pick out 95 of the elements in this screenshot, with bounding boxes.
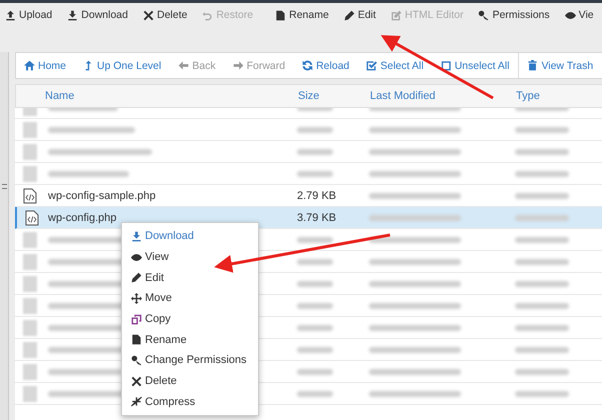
toolbar-button[interactable]: Permissions [475, 7, 553, 23]
blurred-file-icon [23, 122, 37, 138]
pencil-icon [344, 10, 355, 20]
column-header[interactable]: Type [516, 90, 576, 102]
menu-item[interactable]: Rename [122, 329, 258, 350]
column-header[interactable]: Size [298, 90, 370, 102]
right-arrow-icon [232, 60, 244, 71]
key-icon [131, 354, 142, 366]
delete-icon [131, 376, 142, 387]
nav-button[interactable]: Reload [302, 60, 350, 72]
download-icon [131, 230, 142, 242]
blurred-file-icon [23, 166, 37, 182]
eye-icon [564, 10, 576, 20]
menu-item[interactable]: Edit [122, 267, 258, 288]
grip-icon [2, 184, 6, 188]
blurred-text [515, 170, 569, 177]
code-file-icon [23, 188, 37, 204]
table-cell-text: wp-config.php [48, 212, 118, 224]
download-icon [67, 10, 78, 20]
blurred-file-icon [23, 232, 37, 248]
blurred-text [515, 258, 569, 265]
home-icon [24, 60, 35, 71]
blurred-text [297, 390, 333, 397]
blurred-text [297, 126, 333, 133]
blurred-file-icon [23, 298, 37, 314]
blurred-text [515, 236, 569, 243]
key-icon [478, 10, 490, 20]
blurred-file-icon [23, 364, 37, 380]
table-cell-text: wp-config-sample.php [48, 190, 157, 202]
blurred-text [515, 280, 569, 287]
blurred-text [515, 148, 569, 155]
table-cell-text: 2.79 KB [297, 190, 338, 202]
column-header[interactable]: Last Modified [370, 90, 516, 102]
left-arrow-icon [178, 60, 190, 71]
blurred-file-icon [23, 144, 37, 160]
menu-item[interactable]: Delete [122, 370, 258, 392]
file-row[interactable]: wp-config.php 3.79 KB [15, 207, 602, 229]
menu-item[interactable]: Download [122, 226, 258, 247]
code-file-icon [25, 210, 39, 226]
move-icon [131, 292, 142, 304]
blurred-text [297, 280, 333, 287]
copy-icon [131, 314, 142, 325]
menu-item[interactable]: Compress [122, 392, 258, 412]
blurred-text [297, 236, 333, 243]
toolbar-button[interactable]: Delete [140, 7, 190, 23]
column-header[interactable]: Name [16, 90, 298, 102]
blurred-text [515, 302, 569, 309]
toolbar-button[interactable]: Upload [2, 7, 56, 23]
file-icon [131, 334, 142, 346]
blurred-text [515, 390, 569, 397]
nav-button[interactable]: Unselect All [440, 60, 510, 72]
blurred-text [297, 368, 333, 375]
scrollbar[interactable] [0, 52, 9, 420]
menu-item[interactable]: Move [122, 288, 258, 309]
blurred-text [515, 368, 569, 375]
table-cell-text: 3.79 KB [297, 212, 338, 224]
blurred-file-icon [23, 386, 37, 402]
menu-item[interactable]: View [122, 246, 258, 268]
nav-button[interactable]: View Trash [527, 60, 594, 72]
nav-button[interactable]: Home [24, 60, 66, 72]
toolbar-button[interactable]: Edit [340, 7, 379, 23]
blurred-text [515, 324, 569, 331]
blurred-text [297, 148, 333, 155]
blurred-file-icon [23, 254, 37, 270]
blurred-file-icon [23, 342, 37, 358]
blurred-text [297, 346, 333, 353]
edit-box-icon [390, 10, 402, 20]
menu-item[interactable]: Change Permissions [122, 350, 258, 371]
pencil-icon [131, 272, 142, 284]
compress-icon [131, 396, 142, 408]
toolbar-button[interactable]: Rename [272, 7, 332, 23]
blurred-text [515, 192, 569, 199]
trash-icon [527, 60, 538, 71]
blurred-text [515, 346, 569, 353]
blurred-text [297, 258, 333, 265]
blurred-text [297, 170, 333, 177]
blurred-text [515, 126, 569, 133]
toolbar-button[interactable]: Download [64, 7, 131, 23]
menu-item[interactable]: Copy [122, 308, 258, 330]
file-icon [275, 10, 286, 20]
blurred-file-icon [23, 320, 37, 336]
checkbox-icon [440, 60, 452, 71]
blurred-file-icon [23, 276, 37, 292]
restore-icon [202, 10, 214, 20]
blurred-text [297, 324, 333, 331]
upload-icon [5, 10, 16, 20]
reload-icon [302, 60, 314, 71]
nav-button[interactable]: Select All [366, 60, 424, 72]
nav-button[interactable]: Up One Level [83, 60, 162, 72]
eye-icon [131, 252, 142, 263]
blurred-text [515, 214, 569, 221]
delete-icon [142, 10, 154, 20]
blurred-text [297, 302, 333, 309]
toolbar-button[interactable]: Vie [562, 7, 597, 23]
checkbox-icon [366, 60, 378, 71]
